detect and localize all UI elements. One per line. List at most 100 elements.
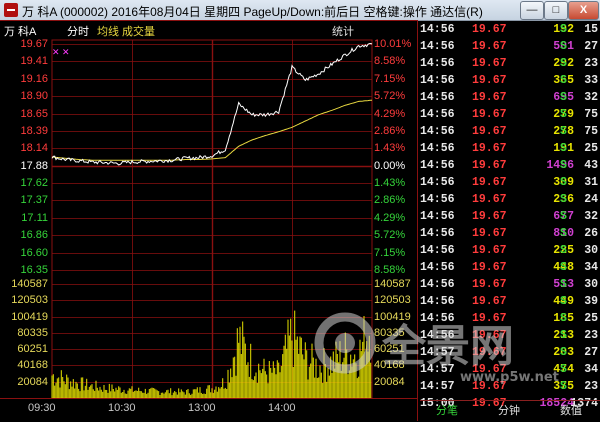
tick-count: 30 xyxy=(584,244,598,257)
maximize-button[interactable]: □ xyxy=(544,1,568,20)
time-axis-tick: 13:00 xyxy=(188,402,216,414)
tab-fenbi[interactable]: 分笔 xyxy=(420,403,474,419)
tongji-button[interactable]: 统计 xyxy=(332,26,354,39)
tick-row[interactable]: 14:56 19.67 365 S 33 xyxy=(420,72,600,90)
tick-price: 19.67 xyxy=(472,295,507,308)
chart-canvas[interactable] xyxy=(0,20,418,421)
tick-price: 19.67 xyxy=(472,227,507,240)
tick-row[interactable]: 14:56 19.67 192 S 15 xyxy=(420,21,600,39)
tick-type: S xyxy=(560,278,567,291)
tick-count: 26 xyxy=(584,227,598,240)
tick-count: 43 xyxy=(584,159,598,172)
tick-count: 23 xyxy=(584,380,598,393)
tick-time: 14:56 xyxy=(420,278,455,291)
tick-row[interactable]: 14:56 19.67 448 S 34 xyxy=(420,259,600,277)
tick-count: 27 xyxy=(584,40,598,53)
tick-time: 14:56 xyxy=(420,125,455,138)
right-volume-tick: 20084 xyxy=(374,375,405,388)
close-button[interactable]: X xyxy=(568,1,599,20)
tick-time: 14:56 xyxy=(420,74,455,87)
tick-type: S xyxy=(560,193,567,206)
tick-row[interactable]: 14:56 19.67 213 S 23 xyxy=(420,327,600,345)
tick-type: S xyxy=(560,108,567,121)
tick-price: 19.67 xyxy=(472,74,507,87)
tick-row[interactable]: 14:56 19.67 309 S 31 xyxy=(420,174,600,192)
tick-time: 14:56 xyxy=(420,193,455,206)
app-icon xyxy=(4,3,18,17)
tick-count: 75 xyxy=(584,108,598,121)
tick-type: S xyxy=(560,74,567,87)
left-axis-base-tick: 17.88 xyxy=(20,159,48,172)
tick-price: 19.67 xyxy=(472,244,507,257)
tick-type: S xyxy=(560,346,567,359)
volume-label[interactable]: 成交量 xyxy=(122,26,155,39)
tick-row[interactable]: 14:56 19.67 513 S 30 xyxy=(420,276,600,294)
tab-fenzhong[interactable]: 分钟 xyxy=(482,403,536,419)
tick-row[interactable]: 14:56 19.67 236 S 24 xyxy=(420,191,600,209)
tick-row[interactable]: 14:56 19.67 292 S 23 xyxy=(420,55,600,73)
tick-row[interactable]: 14:56 19.67 1496 S 43 xyxy=(420,157,600,175)
tick-row[interactable]: 14:56 19.67 677 S 32 xyxy=(420,208,600,226)
intraday-chart[interactable]: 万 科A 分时 均线 成交量 统计 ✕ ✕ 19.67 19.41 19.16 18.… xyxy=(0,20,418,421)
fenshi-label[interactable]: 分时 xyxy=(67,26,89,39)
tick-list[interactable]: 14:56 19.67 192 S 15 14:56 19.67 501 S 27 14:56 19.… xyxy=(420,20,600,410)
junxian-label[interactable]: 均线 xyxy=(97,26,119,39)
tick-row[interactable]: 14:57 19.67 375 S 23 xyxy=(420,378,600,396)
right-volume-tick: 60251 xyxy=(374,343,405,356)
right-axis-tick: 8.58% xyxy=(374,55,406,68)
left-axis-tick: 18.39 xyxy=(20,124,48,137)
right-axis-base-tick: 0.00% xyxy=(374,159,406,172)
tick-type: S xyxy=(560,23,567,36)
right-axis-tick: 1.43% xyxy=(374,142,406,155)
tick-type: S xyxy=(560,125,567,138)
right-axis-tick: 2.86% xyxy=(374,194,406,207)
left-axis-tick: 17.37 xyxy=(20,194,48,207)
tick-count: 27 xyxy=(584,346,598,359)
tick-type: S xyxy=(560,363,567,376)
left-volume-tick: 140587 xyxy=(11,278,48,290)
tick-type: S xyxy=(560,91,567,104)
tick-row[interactable]: 14:56 19.67 279 S 75 xyxy=(420,106,600,124)
right-volume-tick: 80335 xyxy=(374,326,405,339)
tick-row[interactable]: 14:57 19.67 474 S 34 xyxy=(420,361,600,379)
left-axis-tick: 19.16 xyxy=(20,72,48,85)
tick-row[interactable]: 14:56 19.67 695 S 32 xyxy=(420,89,600,107)
tick-type: S xyxy=(560,57,567,70)
tick-row[interactable]: 14:56 19.67 191 S 25 xyxy=(420,140,600,158)
tick-row[interactable]: 14:56 19.67 185 S 25 xyxy=(420,310,600,328)
left-axis-tick: 18.65 xyxy=(20,107,48,120)
tick-price: 19.67 xyxy=(472,363,507,376)
tab-shuzhi[interactable]: 数值 xyxy=(544,403,598,419)
tick-row[interactable]: 14:56 19.67 810 S 26 xyxy=(420,225,600,243)
tick-count: 39 xyxy=(584,295,598,308)
left-volume-tick: 60251 xyxy=(17,343,48,356)
right-axis-tick: 5.72% xyxy=(374,90,406,103)
right-axis-tick: 10.01% xyxy=(374,38,412,50)
tick-price: 19.67 xyxy=(472,193,507,206)
tick-type: S xyxy=(560,380,567,393)
right-volume-tick: 100419 xyxy=(374,310,411,323)
title-bar: 万 科A (000002) 2016年08月04日 星期四 PageUp/Dow… xyxy=(0,0,600,21)
left-volume-tick: 40168 xyxy=(17,359,48,372)
tick-type: S xyxy=(560,142,567,155)
tick-price: 19.67 xyxy=(472,142,507,155)
tick-type: S xyxy=(560,261,567,274)
minimize-button[interactable]: — xyxy=(520,1,544,20)
tick-row[interactable]: 14:57 19.67 203 S 27 xyxy=(420,344,600,362)
left-axis-tick: 16.35 xyxy=(20,264,48,276)
tick-time: 14:56 xyxy=(420,312,455,325)
tick-time: 14:56 xyxy=(420,176,455,189)
tick-row[interactable]: 14:56 19.67 449 S 39 xyxy=(420,293,600,311)
tick-type: S xyxy=(560,227,567,240)
tick-row[interactable]: 14:56 19.67 278 S 75 xyxy=(420,123,600,141)
marker-icons: ✕ ✕ xyxy=(52,47,70,57)
left-axis-tick: 17.11 xyxy=(21,211,48,224)
tick-type: S xyxy=(560,244,567,257)
tick-time: 14:57 xyxy=(420,363,455,376)
tick-time: 14:56 xyxy=(420,108,455,121)
tick-price: 19.67 xyxy=(472,108,507,121)
tick-row[interactable]: 14:56 19.67 225 S 30 xyxy=(420,242,600,260)
tick-row[interactable]: 14:56 19.67 501 S 27 xyxy=(420,38,600,56)
tick-count: 32 xyxy=(584,210,598,223)
tick-time: 14:57 xyxy=(420,380,455,393)
